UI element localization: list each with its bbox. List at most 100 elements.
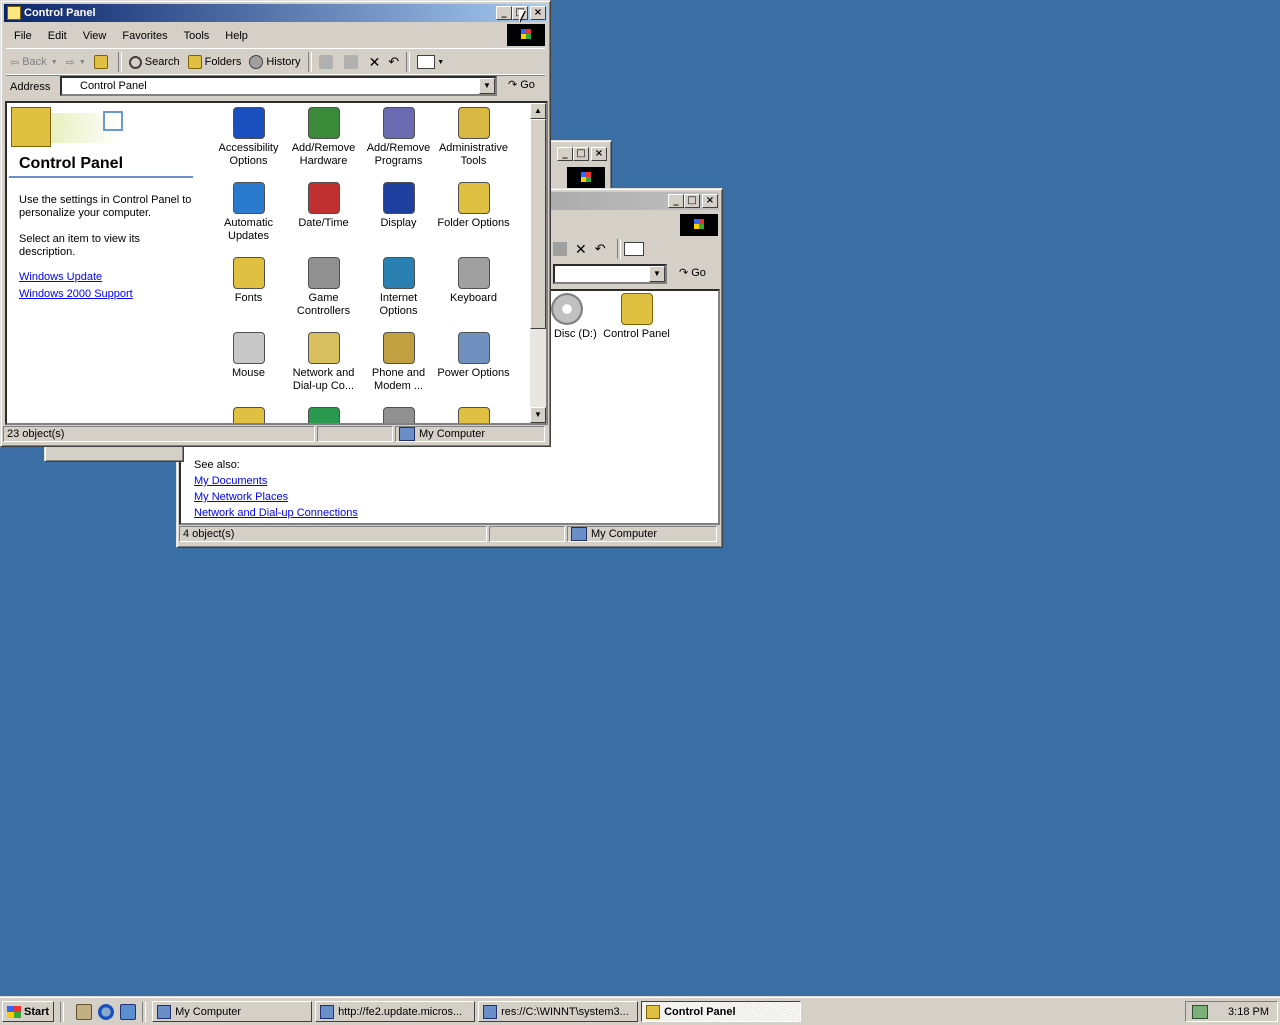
cp-item[interactable]: Add/Remove Hardware [286, 107, 361, 168]
undo-button[interactable]: ↶ [384, 51, 403, 73]
cp-item[interactable]: Game Controllers [286, 257, 361, 318]
minimize-button[interactable]: _ [557, 147, 573, 161]
folder-icon [232, 407, 265, 423]
cp-item-label: Power Options [437, 367, 510, 379]
cp-item[interactable]: Mouse [211, 332, 286, 380]
forward-button[interactable]: ⇨ ▼ [62, 51, 90, 73]
phone-modem-icon [382, 332, 415, 364]
cp-item[interactable]: Add/Remove Programs [361, 107, 436, 168]
menu-help[interactable]: Help [217, 30, 256, 42]
up-folder-button[interactable] [90, 51, 115, 73]
address-dropdown-button[interactable]: ▼ [649, 266, 665, 282]
menu-view[interactable]: View [75, 30, 115, 42]
cp-item[interactable]: Keyboard [436, 257, 511, 305]
taskbar-button-control-panel[interactable]: Control Panel [641, 1001, 802, 1022]
link-my-network-places[interactable]: My Network Places [194, 491, 358, 503]
forward-arrow-icon: ⇨ [65, 56, 75, 69]
cp-item[interactable]: Fonts [211, 257, 286, 305]
fonts-icon [232, 257, 265, 289]
chevron-down-icon: ▼ [50, 58, 58, 66]
cp-item[interactable]: Date/Time [286, 182, 361, 230]
window-title: Control Panel [24, 7, 96, 19]
taskbar-button-my-computer[interactable]: My Computer [152, 1001, 313, 1022]
clock[interactable]: 3:18 PM [1228, 1006, 1269, 1018]
maximize-button[interactable]: □ [684, 194, 700, 208]
network-tray-icon[interactable] [1192, 1004, 1209, 1019]
delete-icon: ✕ [368, 53, 381, 70]
go-button[interactable]: ↷ Go [679, 266, 706, 280]
undo-icon[interactable]: ↶ [595, 241, 606, 257]
minimize-button[interactable]: _ [668, 194, 684, 208]
minimize-button[interactable]: _ [496, 6, 512, 20]
vertical-scrollbar[interactable]: ▲ ▼ [530, 103, 546, 423]
system-tray: 3:18 PM [1185, 1001, 1278, 1022]
internet-explorer-icon[interactable] [98, 1003, 115, 1020]
cp-item[interactable]: Power Options [436, 332, 511, 380]
cp-item[interactable]: Network and Dial-up Co... [286, 332, 361, 393]
copy-to-button[interactable] [340, 51, 365, 73]
move-to-button[interactable] [315, 51, 340, 73]
cp-item-label: Phone and Modem ... [371, 367, 426, 392]
menu-favorites[interactable]: Favorites [114, 30, 175, 42]
cp-item[interactable]: Automatic Updates [211, 182, 286, 243]
close-button[interactable]: × [702, 194, 718, 208]
windows-logo [507, 24, 545, 46]
cp-item[interactable] [211, 407, 286, 423]
close-button[interactable]: × [591, 147, 607, 161]
search-button[interactable]: Search [125, 51, 184, 73]
quick-launch [73, 1003, 139, 1020]
start-button[interactable]: Start [2, 1001, 55, 1022]
menu-tools[interactable]: Tools [176, 30, 218, 42]
go-button[interactable]: ↷ Go [508, 78, 535, 92]
control-panel-window[interactable]: Control Panel _ □ × File Edit View Favor… [0, 0, 551, 447]
cp-item[interactable] [361, 407, 436, 423]
scroll-thumb[interactable] [530, 119, 546, 329]
close-button[interactable]: × [530, 6, 546, 20]
cp-item[interactable]: Display [361, 182, 436, 230]
taskbar-button-windows-update[interactable]: http://fe2.update.micros... [315, 1001, 476, 1022]
address-field[interactable]: Control Panel ▼ [60, 76, 497, 96]
maximize-button[interactable]: □ [573, 147, 589, 161]
cp-item[interactable]: Folder Options [436, 182, 511, 230]
link-my-documents[interactable]: My Documents [194, 475, 358, 487]
back-button[interactable]: ⇦ Back ▼ [6, 51, 62, 73]
copy-to-icon[interactable] [553, 242, 567, 256]
cp-item[interactable] [286, 407, 361, 423]
control-panel-item[interactable]: Control Panel [599, 293, 674, 341]
content-pane[interactable]: Control Panel Use the settings in Contro… [5, 101, 548, 425]
show-desktop-icon[interactable] [76, 1003, 93, 1020]
outlook-express-icon[interactable] [120, 1003, 137, 1020]
cp-item[interactable] [436, 407, 511, 423]
date-time-icon [307, 182, 340, 214]
delete-button[interactable]: ✕ [365, 51, 385, 73]
cp-item[interactable]: Internet Options [361, 257, 436, 318]
address-dropdown-button[interactable]: ▼ [479, 78, 495, 94]
copy-to-icon [343, 55, 358, 69]
history-button[interactable]: History [245, 51, 304, 73]
history-icon [249, 55, 264, 69]
link-windows-2000-support[interactable]: Windows 2000 Support [19, 288, 133, 300]
views-icon[interactable] [623, 242, 644, 256]
cp-item[interactable]: Phone and Modem ... [361, 332, 436, 393]
delete-icon[interactable]: ✕ [575, 241, 587, 258]
scroll-up-button[interactable]: ▲ [530, 103, 546, 119]
go-arrow-icon: ↷ [679, 267, 689, 279]
address-field[interactable]: ▼ [553, 264, 667, 284]
taskbar-button-res-page[interactable]: res://C:\WINNT\system3... [478, 1001, 639, 1022]
panel-title: Control Panel [19, 155, 124, 172]
title-bar[interactable]: Control Panel [4, 4, 547, 22]
folder-icon [457, 407, 490, 423]
status-bar: 23 object(s) My Computer [3, 426, 548, 446]
folders-button[interactable]: Folders [184, 51, 246, 73]
link-network-dialup[interactable]: Network and Dial-up Connections [194, 507, 358, 519]
cp-item[interactable]: Administrative Tools [436, 107, 511, 168]
link-windows-update[interactable]: Windows Update [19, 271, 102, 283]
background-window-small[interactable]: _ □ × [548, 140, 612, 190]
menu-edit[interactable]: Edit [40, 30, 75, 42]
views-button[interactable]: ▼ [413, 51, 448, 73]
admin-tools-icon [457, 107, 490, 139]
cp-item[interactable]: Accessibility Options [211, 107, 286, 168]
menu-file[interactable]: File [6, 30, 40, 42]
scroll-down-button[interactable]: ▼ [530, 407, 546, 423]
menu-bar: File Edit View Favorites Tools Help [6, 26, 545, 46]
